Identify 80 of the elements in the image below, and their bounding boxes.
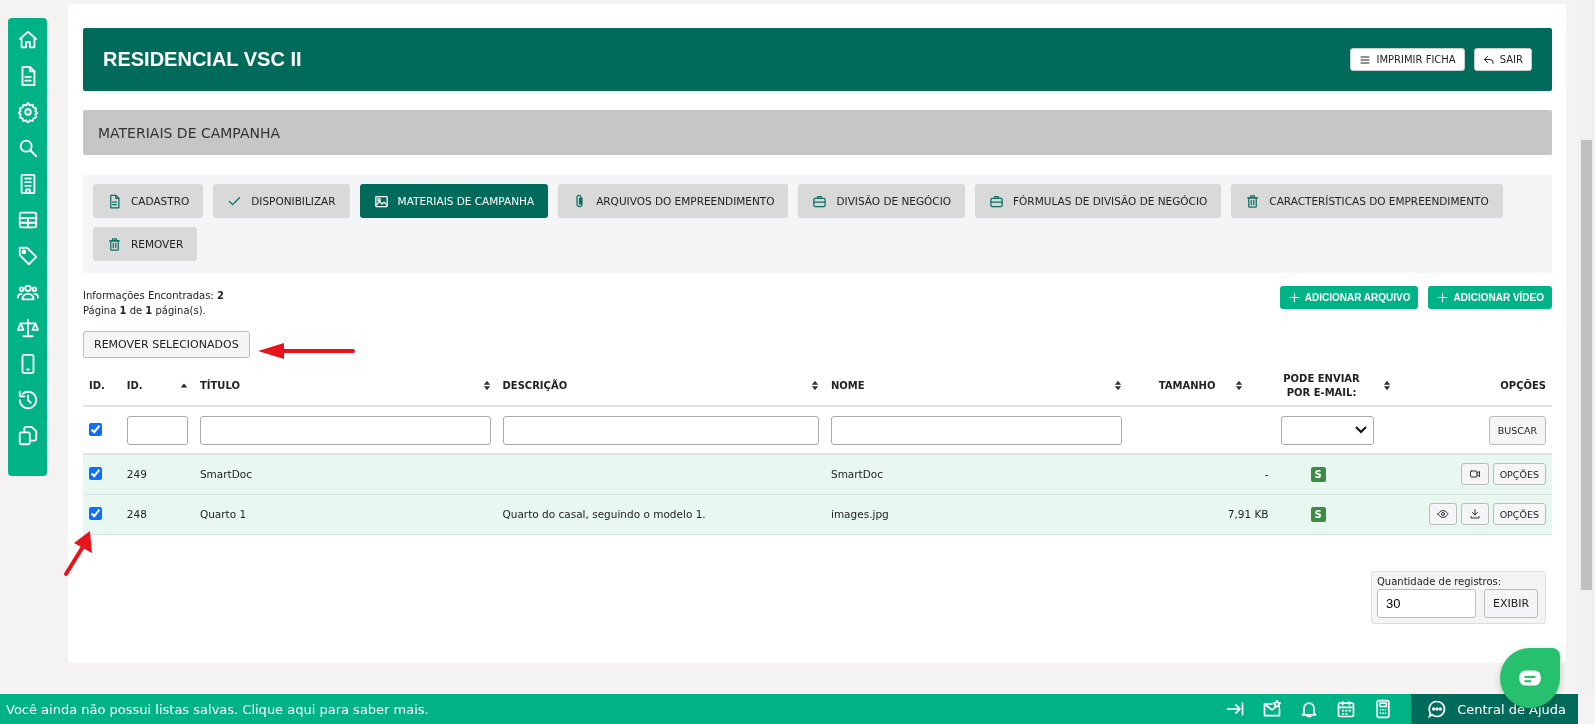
sort-icon <box>1113 380 1122 391</box>
email-badge: S <box>1310 466 1326 482</box>
filter-field[interactable] <box>830 415 1122 445</box>
table-cell: - <box>1264 468 1269 481</box>
table-cell: Quarto do casal, seguindo o modelo 1. <box>502 508 706 520</box>
page-info: Página 1 de 1 página(s). <box>83 304 207 318</box>
remove-selected-button[interactable]: REMOVER SELECIONADOS <box>83 331 250 358</box>
collapse-icon[interactable] <box>1225 699 1246 719</box>
list-icon <box>1359 53 1372 66</box>
section-title: MATERIAIS DE CAMPANHA <box>98 124 281 141</box>
scale-icon[interactable] <box>15 316 40 340</box>
column-header[interactable]: NOME <box>830 380 865 391</box>
tab[interactable]: MATERIAIS DE CAMPANHA <box>359 184 549 218</box>
scrollbar-thumb[interactable] <box>1581 140 1592 590</box>
sort-icon <box>1382 380 1391 391</box>
tab[interactable]: ARQUIVOS DO EMPREENDIMENTO <box>558 184 789 218</box>
table-cell: Quarto 1 <box>199 508 247 520</box>
tab[interactable]: CADASTRO <box>93 184 204 218</box>
tab[interactable]: REMOVER <box>93 227 198 261</box>
table-cell: images.jpg <box>830 508 889 520</box>
table-cell: 7,91 KB <box>1227 508 1269 520</box>
tab[interactable]: FÓRMULAS DE DIVISÃO DE NEGÓCIO <box>975 184 1222 218</box>
plus-icon <box>1287 291 1301 304</box>
video-button[interactable] <box>1460 463 1489 486</box>
calendar-icon[interactable] <box>1336 699 1357 719</box>
image-icon <box>373 193 389 209</box>
column-header[interactable]: TAMANHO <box>1158 380 1216 391</box>
reply-arrow-icon <box>1482 53 1495 66</box>
trash-icon <box>107 236 122 252</box>
table-cell: 249 <box>126 468 147 481</box>
trash-icon <box>1245 193 1261 209</box>
sort-icon <box>1235 380 1244 391</box>
scrollbar[interactable] <box>1578 0 1595 694</box>
video-camera-icon <box>1468 468 1481 481</box>
print-button[interactable]: IMPRIMIR FICHA <box>1350 48 1465 71</box>
column-header[interactable]: DESCRIÇÃO <box>502 380 568 391</box>
results-count: Informações Encontradas: 2 <box>83 289 224 303</box>
help-center-button[interactable]: Central de Ajuda <box>1411 694 1578 724</box>
plus-icon <box>1436 291 1450 304</box>
options-button[interactable]: OPÇÕES <box>1492 463 1546 486</box>
checkbox[interactable] <box>89 506 102 520</box>
sort-icon <box>810 380 819 391</box>
column-header[interactable]: OPÇÕES <box>1500 380 1546 391</box>
chevron-down-icon <box>1354 426 1367 434</box>
exit-button[interactable]: SAIR <box>1473 48 1532 71</box>
briefcase-icon <box>812 193 828 209</box>
checkbox[interactable] <box>89 422 102 436</box>
column-header[interactable]: TÍTULO <box>199 380 240 391</box>
tab[interactable]: DIVISÃO DE NEGÓCIO <box>798 184 966 218</box>
column-header[interactable]: PODE ENVIAR POR E-MAIL: <box>1280 371 1363 400</box>
show-button[interactable]: EXIBIR <box>1484 588 1539 618</box>
annotation-arrow <box>62 529 94 577</box>
filter-field[interactable] <box>126 415 188 445</box>
settings-icon[interactable] <box>15 100 40 124</box>
filter-field[interactable] <box>199 415 491 445</box>
eye-icon <box>1436 508 1449 520</box>
sort-icon <box>482 380 491 391</box>
view-button[interactable] <box>1428 503 1457 525</box>
table-cell: SmartDoc <box>199 468 252 481</box>
column-header[interactable]: ID. <box>89 380 105 391</box>
search-button[interactable]: BUSCAR <box>1488 415 1546 445</box>
checkbox[interactable] <box>89 466 102 480</box>
table-cell: SmartDoc <box>830 468 883 481</box>
chat-bubble-icon <box>1427 699 1448 719</box>
sort-ascending-icon <box>179 381 188 390</box>
page-title: RESIDENCIAL VSC II <box>103 48 302 71</box>
page-size-label: Quantidade de registros: <box>1377 575 1503 587</box>
column-header[interactable]: ID. <box>126 380 143 391</box>
email-badge: S <box>1310 506 1326 522</box>
options-button[interactable]: OPÇÕES <box>1492 503 1546 525</box>
filter-dropdown[interactable] <box>1280 415 1374 445</box>
tab[interactable]: DISPONIBILIZAR <box>213 184 350 218</box>
mail-star-icon[interactable] <box>1262 699 1283 719</box>
briefcase-icon <box>989 193 1005 209</box>
filter-field[interactable] <box>502 415 819 445</box>
table-cell: 248 <box>126 508 147 520</box>
download-icon <box>1468 508 1481 520</box>
document-icon <box>107 193 122 209</box>
page-size-field[interactable]: 30 <box>1377 588 1476 618</box>
tab[interactable]: CARACTERÍSTICAS DO EMPREENDIMENTO <box>1231 184 1503 218</box>
